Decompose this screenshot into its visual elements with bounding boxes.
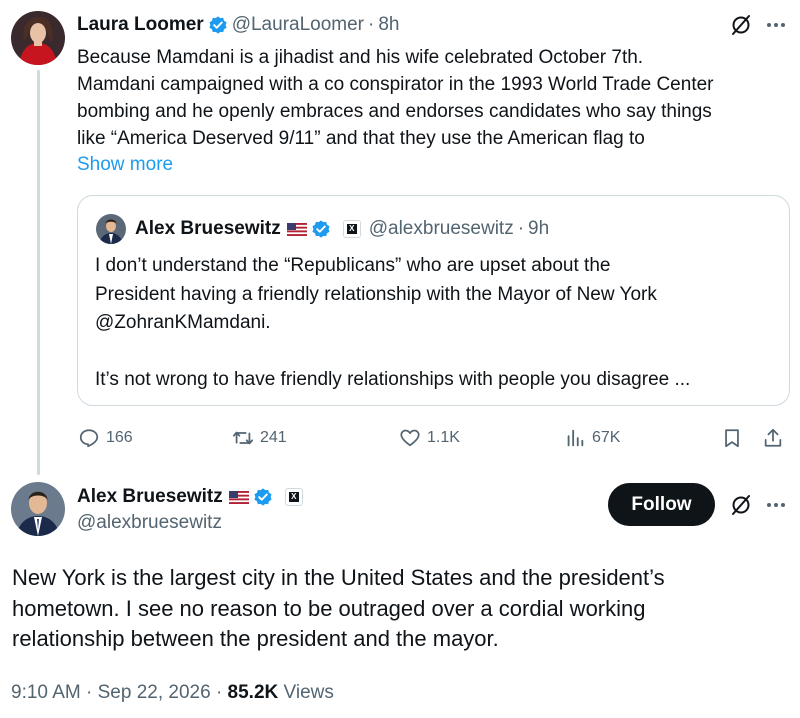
views-label: Views xyxy=(283,682,334,703)
like-count: 1.1K xyxy=(427,429,460,446)
action-bar: 166 241 1.1K 67K xyxy=(0,424,800,452)
more-icon[interactable] xyxy=(763,493,789,517)
tweet-meta: 9:10 AM · Sep 22, 2026 · 85.2K Views xyxy=(11,682,334,704)
quoted-timestamp: 9h xyxy=(528,218,550,239)
more-icon[interactable] xyxy=(763,13,789,37)
quoted-text-line: It’s not wrong to have friendly relation… xyxy=(95,368,691,390)
verified-badge-icon xyxy=(312,220,330,238)
tweet-text-line: New York is the largest city in the Unit… xyxy=(12,565,665,590)
reply-icon xyxy=(79,429,99,448)
x-affiliate-badge-icon[interactable]: X xyxy=(284,488,303,506)
tweet-text-line: like “America Deserved 9/11” and that th… xyxy=(77,128,645,149)
views-count: 85.2K xyxy=(227,682,279,703)
like-icon xyxy=(400,429,420,447)
thread-line xyxy=(37,70,40,475)
follow-button[interactable]: Follow xyxy=(608,483,715,526)
views-button[interactable]: 67K xyxy=(564,424,620,452)
tweet-date[interactable]: Sep 22, 2026 xyxy=(98,682,211,703)
quoted-display-name: Alex Bruesewitz xyxy=(135,218,281,239)
timestamp[interactable]: 8h xyxy=(378,14,399,36)
display-name[interactable]: Laura Loomer xyxy=(77,14,204,36)
retweet-button[interactable]: 241 xyxy=(232,424,287,452)
bookmark-icon xyxy=(725,429,739,448)
views-icon xyxy=(567,429,584,447)
quoted-handle: @alexbruesewitz xyxy=(368,218,514,239)
handle[interactable]: @LauraLoomer xyxy=(232,14,364,36)
x-affiliate-badge-icon: X xyxy=(342,220,361,238)
us-flag-icon xyxy=(228,490,249,504)
separator: · xyxy=(368,14,375,35)
quoted-tweet[interactable]: Alex Bruesewitz X @alexbruesewitz · 9h I… xyxy=(77,195,790,406)
tweet-text-line: relationship between the president and t… xyxy=(12,626,499,651)
tweet-text-line: hometown. I see no reason to be outraged… xyxy=(12,595,646,621)
verified-badge-icon xyxy=(254,488,272,506)
verified-badge-icon xyxy=(209,16,227,34)
quoted-text-line: @ZohranKMamdani. xyxy=(95,312,271,333)
share-icon xyxy=(764,428,782,447)
avatar[interactable] xyxy=(11,11,65,65)
like-button[interactable]: 1.1K xyxy=(399,424,460,452)
separator: · xyxy=(215,682,223,703)
tweet-header: Laura Loomer @LauraLoomer · 8h xyxy=(77,13,399,37)
quoted-header: Alex Bruesewitz X @alexbruesewitz · 9h xyxy=(135,217,549,241)
tweet-header: Alex Bruesewitz X xyxy=(77,484,303,510)
grok-icon[interactable] xyxy=(729,13,753,37)
retweet-count: 241 xyxy=(260,429,287,446)
quoted-text: I don’t understand the “Republicans” who… xyxy=(95,252,775,394)
grok-icon[interactable] xyxy=(729,493,753,517)
quoted-text-line: I don’t understand the “Republicans” who… xyxy=(95,255,611,276)
tweet-text-line: bombing and he openly embraces and endor… xyxy=(77,101,712,122)
views-count: 67K xyxy=(592,429,621,446)
reply-button[interactable]: 166 xyxy=(78,424,133,452)
retweet-icon xyxy=(232,431,254,445)
bookmark-button[interactable] xyxy=(721,424,749,452)
share-button[interactable] xyxy=(762,424,790,452)
tweet-text-line: Because Mamdani is a jihadist and his wi… xyxy=(77,47,644,68)
show-more-link[interactable]: Show more xyxy=(77,151,173,178)
separator: · xyxy=(517,218,525,239)
quoted-avatar xyxy=(96,214,126,244)
avatar[interactable] xyxy=(11,482,65,536)
us-flag-icon xyxy=(286,222,307,236)
quoted-text-line: President having a friendly relationship… xyxy=(95,283,657,305)
tweet-text: New York is the largest city in the Unit… xyxy=(12,563,792,655)
handle[interactable]: @alexbruesewitz xyxy=(77,512,222,534)
reply-count: 166 xyxy=(106,429,133,446)
display-name[interactable]: Alex Bruesewitz xyxy=(77,486,223,508)
tweet-time[interactable]: 9:10 AM xyxy=(11,682,81,703)
tweet-text-line: Mamdani campaigned with a co conspirator… xyxy=(77,74,714,95)
tweet-text: Because Mamdani is a jihadist and his wi… xyxy=(77,44,792,152)
separator: · xyxy=(86,682,93,703)
